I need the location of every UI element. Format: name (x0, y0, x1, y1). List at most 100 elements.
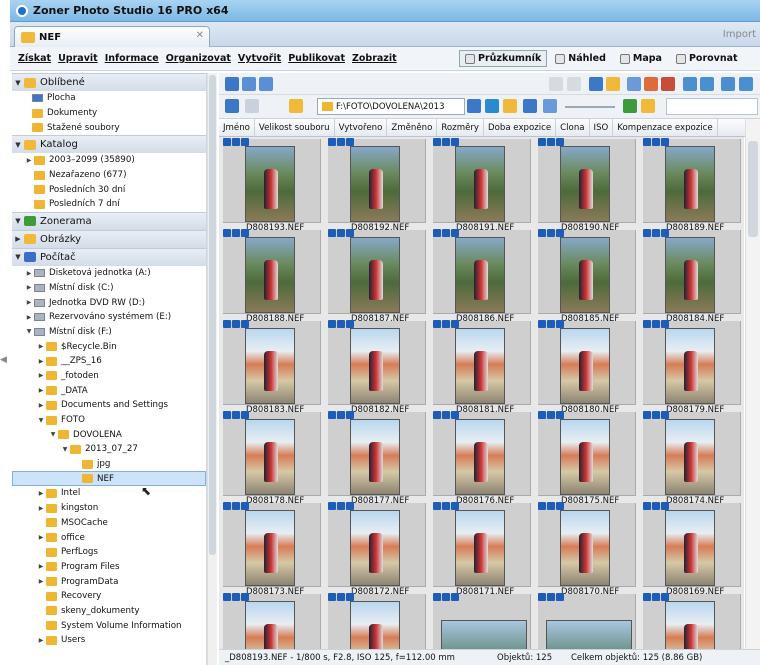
close-tab-icon[interactable]: ✕ (196, 30, 204, 41)
expand-icon[interactable]: ▶ (36, 637, 46, 644)
tree-item[interactable]: Nezařazeno (677) (12, 168, 206, 183)
tree-item-folder[interactable]: ▶ _DATA (12, 383, 206, 398)
tree-item-drive[interactable]: ▶ Místní disk (C:) (12, 281, 206, 296)
thumbnail-tile[interactable]: _D808180.NEF (534, 319, 636, 415)
search-input[interactable] (666, 98, 758, 115)
thumbnail-tile[interactable]: _D808170.NEF (534, 501, 636, 597)
expand-icon[interactable]: ▶ (24, 284, 34, 291)
info-icon[interactable] (739, 77, 753, 91)
expand-icon[interactable]: ▶ (24, 270, 34, 277)
thumbnail-tile[interactable]: _D808175.NEF (534, 410, 636, 506)
menu-organizovat[interactable]: Organizovat (166, 53, 231, 64)
tree-item-folder[interactable]: ▶ _fotoden (12, 369, 206, 384)
expand-icon[interactable]: ▼ (12, 217, 24, 225)
tab-nef[interactable]: NEF ✕ (14, 26, 210, 47)
filter-icon[interactable] (623, 99, 637, 113)
share-icon[interactable] (644, 77, 658, 91)
thumbnail-tile[interactable]: _D808177.NEF (324, 410, 426, 506)
thumbnail-tile[interactable]: _D808184.NEF (639, 228, 741, 324)
expand-icon[interactable]: ▼ (12, 79, 24, 87)
grid-scrollbar[interactable] (745, 119, 760, 649)
col-modified[interactable]: Změněno (387, 119, 438, 136)
thumbnail-tile[interactable] (534, 592, 636, 649)
paste-icon[interactable] (567, 77, 581, 91)
mode-explorer[interactable]: Průzkumník (459, 50, 548, 67)
columns-view-icon[interactable] (259, 77, 273, 91)
collapse-panel-icon[interactable]: ◀ (0, 355, 10, 365)
menu-zobrazit[interactable]: Zobrazit (352, 53, 397, 64)
thumbnail-tile[interactable]: _D808171.NEF (429, 501, 531, 597)
tree-item-folder[interactable]: ▶ __ZPS_16 (12, 354, 206, 369)
thumbnail-tile[interactable]: _D808176.NEF (429, 410, 531, 506)
tree-section-pictures[interactable]: ▶ Obrázky (12, 229, 206, 248)
tree-section-computer[interactable]: ▼ Počítač (12, 247, 206, 266)
up-folder-icon[interactable] (289, 99, 303, 113)
mode-compare[interactable]: Porovnat (670, 50, 744, 67)
expand-icon[interactable]: ▶ (36, 534, 46, 541)
tree-item[interactable]: Stažené soubory (12, 120, 206, 135)
path-field[interactable]: F:\FOTO\DOVOLENA\2013 (317, 98, 465, 115)
thumbnail-tile[interactable]: _D808192.NEF (324, 137, 426, 233)
tree-item[interactable]: Plocha (12, 91, 206, 106)
thumbnail-tile[interactable]: _D808183.NEF (219, 319, 321, 415)
tree-item[interactable]: Dokumenty (12, 106, 206, 121)
tree-item-folder[interactable]: ▶ kingston (12, 501, 206, 516)
expand-icon[interactable]: ▼ (12, 141, 24, 149)
burn-icon[interactable] (661, 77, 675, 91)
sort-icon[interactable] (523, 99, 537, 113)
tools-icon[interactable] (683, 77, 697, 91)
rotate-icon[interactable] (721, 77, 735, 91)
thumbnail-tile[interactable] (219, 592, 321, 649)
folder-pane-icon[interactable] (641, 99, 655, 113)
zoom-slider[interactable] (565, 106, 615, 108)
expand-icon[interactable]: ▶ (36, 387, 46, 394)
tree-item-drive[interactable]: ▼ Místní disk (F:) (12, 325, 206, 340)
thumbnail-tile[interactable]: _D808169.NEF (639, 501, 741, 597)
print-icon[interactable] (589, 77, 603, 91)
thumbnail-tile[interactable]: _D808178.NEF (219, 410, 321, 506)
thumbnail-tile[interactable]: _D808174.NEF (639, 410, 741, 506)
batch-icon[interactable] (700, 77, 714, 91)
path-dropdown-icon[interactable] (467, 99, 481, 113)
tree-item-folder[interactable]: System Volume Information (12, 618, 206, 633)
forward-arrow-icon[interactable] (245, 99, 259, 113)
col-aperture[interactable]: Clona (556, 119, 590, 136)
menu-upravit[interactable]: Upravit (58, 53, 98, 64)
thumbnail-tile[interactable]: _D808193.NEF (219, 137, 321, 233)
tree-item-folder[interactable]: jpg (12, 457, 206, 472)
tree-item-drive[interactable]: ▶ Disketová jednotka (A:) (12, 266, 206, 281)
expand-icon[interactable]: ▶ (24, 157, 34, 164)
tree-item-folder[interactable]: ▶ Program Files (12, 560, 206, 575)
thumbnail-tile[interactable]: _D808172.NEF (324, 501, 426, 597)
thumbnails-view-icon[interactable] (225, 77, 239, 91)
tree-item-folder[interactable]: ▶ Intel (12, 486, 206, 501)
tree-section-zonerama[interactable]: ▼ Zonerama (12, 211, 206, 230)
col-name[interactable]: Jméno (219, 119, 255, 136)
new-folder-icon[interactable] (503, 99, 517, 113)
tree-item-folder[interactable]: ▶ office (12, 530, 206, 545)
scrollbar-thumb[interactable] (748, 141, 758, 237)
tree-item-folder[interactable]: MSOCache (12, 516, 206, 531)
tree-item-selected[interactable]: NEF (12, 471, 206, 487)
tree-item-folder[interactable]: ▶ Users (12, 633, 206, 648)
tree-item-folder[interactable]: ▶ ProgramData (12, 574, 206, 589)
thumbnail-tile[interactable]: _D808181.NEF (429, 319, 531, 415)
menu-informace[interactable]: Informace (105, 53, 159, 64)
tree-item-drive[interactable]: ▶ Jednotka DVD RW (D:) (12, 295, 206, 310)
expand-icon[interactable]: ▶ (36, 402, 46, 409)
expand-icon[interactable]: ▼ (60, 446, 70, 453)
slideshow-icon[interactable] (627, 77, 641, 91)
thumbnail-tile[interactable]: _D808186.NEF (429, 228, 531, 324)
thumbnail-tile[interactable]: _D808191.NEF (429, 137, 531, 233)
col-dimensions[interactable]: Rozměry (437, 119, 484, 136)
tree-item[interactable]: ▶ 2003–2099 (35890) (12, 153, 206, 168)
expand-icon[interactable]: ▼ (24, 328, 34, 335)
expand-icon[interactable]: ▶ (36, 358, 46, 365)
col-created[interactable]: Vytvořeno (335, 119, 388, 136)
menu-vytvorit[interactable]: Vytvořit (238, 53, 281, 64)
col-iso[interactable]: ISO (590, 119, 614, 136)
expand-icon[interactable]: ▼ (36, 417, 46, 424)
email-icon[interactable] (606, 77, 620, 91)
expand-icon[interactable]: ▶ (24, 299, 34, 306)
tree-item-folder[interactable]: ▶ Documents and Settings (12, 398, 206, 413)
